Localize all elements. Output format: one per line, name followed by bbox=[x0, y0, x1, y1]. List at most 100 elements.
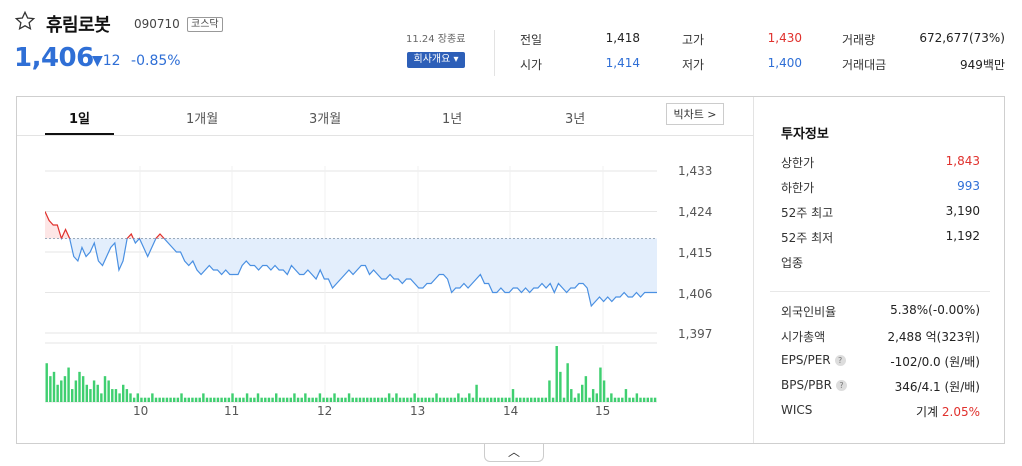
volume-bar bbox=[103, 376, 107, 402]
volume-bar bbox=[406, 397, 409, 402]
volume-bar bbox=[275, 393, 278, 402]
volume-bar bbox=[264, 397, 267, 402]
volume-bar bbox=[584, 376, 588, 402]
volume-bar bbox=[329, 397, 333, 402]
x-tick-label: 14 bbox=[503, 404, 519, 418]
volume-bar bbox=[398, 397, 402, 402]
volume-bar bbox=[548, 380, 551, 402]
volume-bar bbox=[489, 397, 493, 402]
volume-bar bbox=[639, 397, 642, 402]
volume-bar bbox=[340, 397, 344, 402]
volume-bar bbox=[296, 397, 300, 402]
volume-bar bbox=[278, 397, 282, 402]
volume-bar bbox=[285, 397, 289, 402]
help-icon[interactable]: ? bbox=[835, 380, 847, 391]
chevron-up-icon: ︿ bbox=[507, 445, 520, 459]
info-label-eps: EPS/PER? bbox=[781, 353, 846, 367]
volume-bar bbox=[555, 346, 558, 402]
x-tick-label: 13 bbox=[410, 404, 426, 418]
volume-bar bbox=[413, 393, 416, 402]
volume-bar bbox=[632, 397, 635, 402]
volume-bar bbox=[606, 397, 609, 402]
volume-bar bbox=[125, 389, 129, 402]
quote-value-amount: 949백만 bbox=[960, 58, 1005, 72]
volume-bar bbox=[198, 397, 201, 402]
info-label: 업종 bbox=[781, 256, 804, 270]
volume-bar bbox=[504, 397, 507, 402]
volume-bar bbox=[132, 397, 136, 402]
volume-bar bbox=[428, 397, 431, 402]
volume-bar bbox=[377, 397, 380, 402]
volume-bar bbox=[402, 397, 405, 402]
y-tick-label: 1,415 bbox=[678, 246, 713, 260]
volume-bar bbox=[224, 397, 227, 402]
volume-bar bbox=[176, 397, 180, 402]
info-value-bps: 346/4.1 (원/배) bbox=[894, 380, 980, 394]
volume-bar bbox=[599, 367, 602, 402]
volume-bar bbox=[205, 397, 209, 402]
volume-bar bbox=[431, 397, 435, 402]
volume-bar bbox=[63, 376, 67, 402]
volume-bar bbox=[457, 393, 460, 402]
volume-bar bbox=[180, 393, 183, 402]
y-tick-label: 1,433 bbox=[678, 164, 713, 178]
info-label-bps: BPS/PBR? bbox=[781, 378, 847, 392]
volume-bar bbox=[326, 397, 329, 402]
info-value-foreign: 5.38%(-0.00%) bbox=[890, 303, 980, 317]
help-icon[interactable]: ? bbox=[834, 355, 846, 366]
volume-bar bbox=[581, 384, 584, 402]
x-tick-label: 15 bbox=[595, 404, 611, 418]
volume-bar bbox=[559, 371, 562, 402]
volume-bar bbox=[435, 393, 438, 402]
volume-bar bbox=[650, 397, 653, 402]
volume-bar bbox=[96, 384, 99, 402]
info-value-wics: 기계 2.05% bbox=[880, 403, 980, 420]
volume-bar bbox=[479, 397, 482, 402]
info-value-marketcap: 2,488 억(323위) bbox=[887, 330, 980, 344]
volume-bar bbox=[209, 397, 212, 402]
volume-bar bbox=[140, 397, 143, 402]
volume-bar bbox=[238, 397, 242, 402]
volume-bar bbox=[245, 393, 249, 402]
volume-bar bbox=[602, 380, 606, 402]
info-value: 1,192 bbox=[945, 229, 980, 243]
volume-bar bbox=[194, 397, 198, 402]
volume-bar bbox=[442, 397, 446, 402]
collapse-toggle[interactable]: ︿ bbox=[484, 444, 544, 462]
volume-bar bbox=[231, 393, 234, 402]
area-fill bbox=[45, 238, 657, 306]
volume-bar bbox=[562, 397, 566, 402]
volume-bar bbox=[158, 397, 161, 402]
wics-sector[interactable]: 기계 bbox=[916, 405, 938, 419]
volume-bar bbox=[537, 397, 540, 402]
info-label: 52주 최저 bbox=[781, 231, 834, 245]
volume-bar bbox=[271, 397, 274, 402]
volume-bar bbox=[468, 393, 471, 402]
volume-bar bbox=[187, 397, 191, 402]
volume-bar bbox=[49, 376, 52, 402]
volume-bar bbox=[318, 393, 322, 402]
volume-bar bbox=[122, 384, 125, 402]
quote-label-volume: 거래량 bbox=[842, 33, 876, 47]
volume-bar bbox=[202, 393, 205, 402]
volume-bar bbox=[409, 397, 413, 402]
volume-bar bbox=[486, 397, 489, 402]
info-label-wics: WICS bbox=[781, 403, 813, 417]
y-tick-label: 1,406 bbox=[678, 287, 713, 301]
volume-bar bbox=[355, 397, 358, 402]
volume-bar bbox=[169, 397, 172, 402]
eps-label-text: EPS/PER bbox=[781, 353, 831, 367]
volume-bar bbox=[78, 371, 81, 402]
info-value: 993 bbox=[957, 179, 980, 193]
volume-bar bbox=[464, 397, 467, 402]
volume-bar bbox=[107, 380, 110, 402]
x-tick-label: 10 bbox=[133, 404, 149, 418]
volume-bar bbox=[111, 389, 114, 402]
volume-bar bbox=[147, 397, 150, 402]
volume-bar bbox=[213, 397, 216, 402]
volume-bar bbox=[267, 397, 271, 402]
info-label-foreign: 외국인비율 bbox=[781, 305, 837, 319]
volume-bar bbox=[362, 397, 365, 402]
quote-label-amount: 거래대금 bbox=[842, 58, 887, 72]
volume-bar bbox=[114, 389, 118, 402]
